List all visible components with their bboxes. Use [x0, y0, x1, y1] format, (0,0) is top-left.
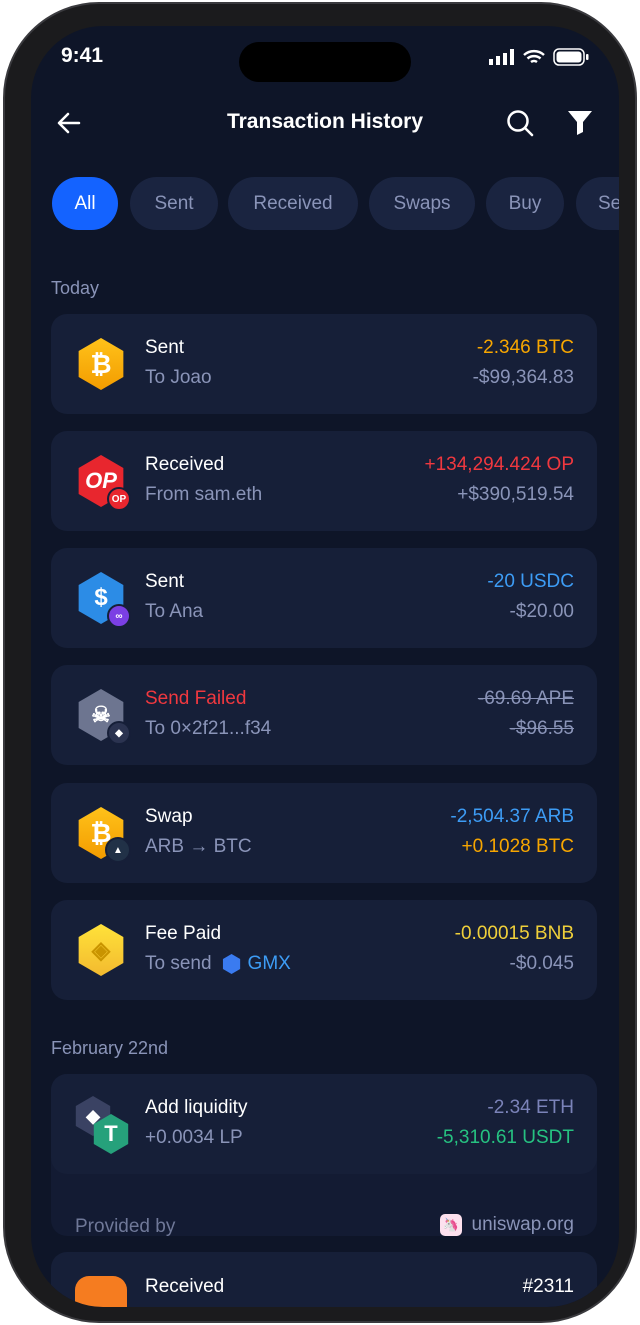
eth-usdt-icon: ◆ T [73, 1096, 129, 1154]
transaction-row[interactable]: ₿ ▲ Swap ARB → BTC -2,504.37 ARB +0.1028 … [51, 783, 597, 883]
transaction-amount: -69.69 APE [477, 688, 574, 709]
section-february-22nd: February 22nd [51, 1038, 169, 1058]
transaction-amount: -2.34 ETH [487, 1097, 574, 1118]
screen: 9:41 Transaction History All Sent Receiv… [31, 26, 619, 1307]
transaction-amount: -2,504.37 ARB [450, 806, 574, 827]
liquidity-transaction[interactable]: ◆ T Add liquidity +0.0034 LP -2.34 ETH -… [51, 1074, 597, 1237]
transaction-title: Add liquidity [145, 1097, 248, 1118]
filter-chip-buy[interactable]: Buy [486, 177, 564, 230]
transaction-subtitle: To Joao [145, 367, 212, 388]
phone-frame: 9:41 Transaction History All Sent Receiv… [3, 2, 637, 1323]
bnb-icon: ◈ [75, 924, 127, 976]
transaction-fiat: -5,310.61 USDT [436, 1127, 574, 1148]
transaction-title: Received [145, 454, 225, 475]
transaction-title: Swap [145, 806, 193, 827]
transaction-title: Fee Paid [145, 923, 222, 944]
usdc-icon: $ ∞ [75, 572, 131, 628]
optimism-icon: OP OP [75, 455, 131, 511]
transaction-subtitle: ARB → BTC [145, 836, 252, 857]
transaction-fiat: -$99,364.83 [472, 367, 574, 388]
transaction-fiat: -$96.55 [509, 718, 574, 739]
transaction-fiat: +0.1028 BTC [461, 836, 575, 857]
ape-icon: ☠ ◆ [75, 689, 131, 745]
transaction-row[interactable]: ☠ ◆ Send Failed To 0×2f21...f34 -69.69 AP… [51, 665, 597, 765]
transaction-subtitle: To 0×2f21...f34 [145, 718, 272, 739]
nft-icon [75, 1276, 127, 1307]
transaction-title: Send Failed [145, 688, 247, 709]
transaction-row[interactable]: Received #2311 [51, 1252, 597, 1307]
filter-chip-swaps[interactable]: Swaps [369, 177, 475, 230]
token-link[interactable]: GMX [248, 953, 291, 975]
status-icons [489, 48, 589, 66]
provided-by-label: Provided by [75, 1216, 176, 1237]
filter-chip-all[interactable]: All [52, 177, 118, 230]
ethereum-badge-icon: ◆ [107, 721, 131, 745]
transaction-row[interactable]: ₿ Sent To Joao -2.346 BTC -$99,364.83 [51, 314, 597, 414]
subtitle-text: To send [145, 953, 212, 974]
wifi-icon [523, 50, 545, 64]
transaction-subtitle: From sam.eth [145, 484, 263, 505]
nft-id: #2311 [522, 1276, 574, 1297]
transaction-subtitle: To send GMX [145, 953, 291, 975]
bitcoin-icon: ₿ ▲ [75, 807, 131, 863]
dynamic-island [239, 42, 411, 82]
transaction-amount: +134,294.424 OP [424, 454, 575, 475]
uniswap-icon: 🦄 [439, 1214, 462, 1236]
provider-link[interactable]: 🦄 uniswap.org [439, 1214, 574, 1236]
transaction-amount: -20 USDC [487, 571, 574, 592]
transaction-row[interactable]: $ ∞ Sent To Ana -20 USDC -$20.00 [51, 548, 597, 648]
signal-icon [489, 49, 514, 65]
transaction-fiat: +$390,519.54 [457, 484, 574, 505]
filter-chip-sent[interactable]: Sent [130, 177, 218, 230]
transaction-fiat: -$0.045 [509, 953, 574, 974]
filter-chip-sell[interactable]: Se [576, 177, 619, 230]
polygon-badge-icon: ∞ [107, 604, 131, 628]
transaction-title: Sent [145, 337, 185, 358]
transaction-title: Received [145, 1276, 225, 1297]
optimism-badge-icon: OP [107, 487, 131, 511]
transaction-amount: -0.00015 BNB [454, 923, 574, 944]
filter-icon[interactable] [567, 109, 593, 135]
section-today: Today [51, 278, 100, 298]
transaction-row[interactable]: ◆ T Add liquidity +0.0034 LP -2.34 ETH -… [51, 1074, 597, 1174]
transaction-amount: -2.346 BTC [476, 337, 574, 358]
transaction-title: Sent [145, 571, 185, 592]
provider-name: uniswap.org [471, 1214, 574, 1235]
transaction-row[interactable]: OP OP Received From sam.eth +134,294.424 … [51, 431, 597, 531]
transaction-subtitle: To Ana [145, 601, 204, 622]
search-icon[interactable] [505, 108, 535, 138]
transaction-row[interactable]: ◈ Fee Paid To send GMX -0.00015 BNB -$0.0… [51, 900, 597, 1000]
arbitrum-badge-icon: ▲ [105, 837, 131, 863]
bitcoin-icon: ₿ [75, 338, 127, 390]
transaction-subtitle: +0.0034 LP [145, 1127, 243, 1148]
transaction-fiat: -$20.00 [509, 601, 574, 622]
battery-icon [553, 48, 589, 66]
gmx-icon [222, 954, 241, 974]
status-time: 9:41 [61, 44, 104, 67]
filter-chip-received[interactable]: Received [228, 177, 358, 230]
